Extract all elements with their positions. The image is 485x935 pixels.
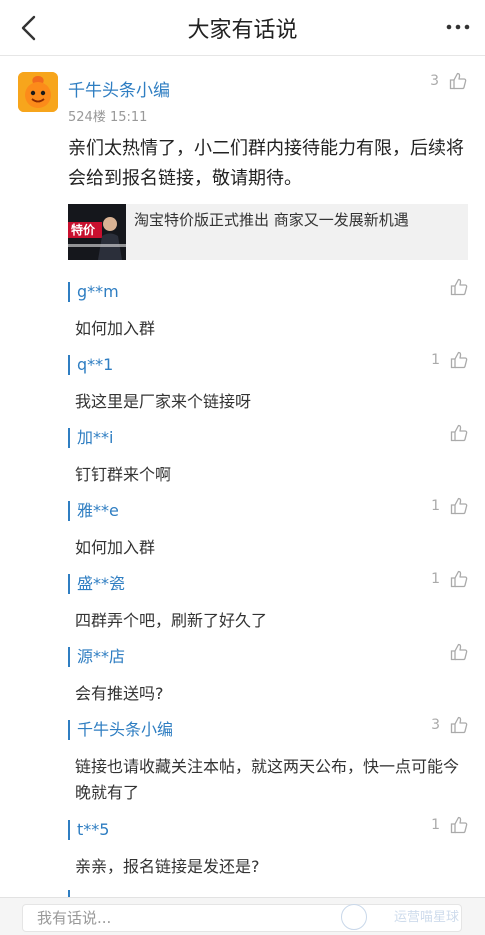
reply-item: 加**i 钉钉群来个啊 [68, 424, 468, 490]
thumbs-up-icon [450, 424, 468, 442]
reply-author[interactable]: 源**店 [68, 647, 125, 667]
reply-author[interactable]: 千牛头条小编 [68, 720, 173, 740]
reply-text: 如何加入群 [75, 319, 156, 338]
reply-author[interactable]: 加**i [68, 428, 113, 448]
reply-author[interactable]: t**5 [68, 820, 109, 840]
thumbs-up-icon [450, 570, 468, 588]
post-like-count: 3 [430, 73, 439, 89]
reply-like-count: 1 [431, 498, 440, 514]
thumbs-up-icon [450, 716, 468, 734]
reply-like-button[interactable] [440, 424, 468, 442]
reply-text: 会有推送吗? [75, 684, 164, 703]
reply-author[interactable]: 盛**瓷 [68, 574, 125, 594]
thumbnail-caption: 特价 [71, 223, 96, 237]
thumbs-up-icon [450, 816, 468, 834]
reply-text: 我这里是厂家来个链接呀 [75, 392, 252, 411]
reply-like-button[interactable] [440, 278, 468, 296]
post-content: 亲们太热情了，小二们群内接待能力有限，后续将会给到报名链接，敬请期待。 [68, 138, 464, 189]
mascot-avatar-icon [18, 72, 58, 112]
thumbs-up-icon [450, 351, 468, 369]
reply-text: 四群弄个吧，刷新了好久了 [75, 611, 268, 630]
thumbs-up-icon [450, 643, 468, 661]
post-like-button[interactable]: 3 [430, 72, 467, 90]
reply-text: 如何加入群 [75, 538, 156, 557]
reply-item: g**m 如何加入群 [68, 278, 468, 344]
reply-author[interactable]: g**m [68, 282, 119, 302]
watermark-text: 运营喵星球 [393, 910, 459, 925]
page-title: 大家有话说 [187, 18, 298, 43]
shared-article-title: 淘宝特价版正式推出 商家又一发展新机遇 [134, 211, 409, 229]
reply-like-button[interactable]: 1 [431, 351, 468, 369]
shared-article-card[interactable]: 特价 淘宝特价版正式推出 商家又一发展新机遇 [68, 204, 468, 260]
reply-like-count: 1 [431, 352, 440, 368]
reply-like-count: 1 [431, 571, 440, 587]
thumbs-up-icon [450, 497, 468, 515]
reply-item: 源**店 会有推送吗? [68, 643, 468, 709]
post-author[interactable]: 千牛头条小编 [68, 76, 170, 101]
watermark-logo-icon [341, 904, 367, 930]
reply-author[interactable]: q**1 [68, 355, 113, 375]
thumbs-up-icon [450, 278, 468, 296]
thumbs-up-icon [449, 72, 467, 90]
reply-like-button[interactable] [440, 643, 468, 661]
reply-text: 链接也请收藏关注本帖，就这两天公布，快一点可能今晚就有了 [75, 757, 460, 802]
avatar[interactable] [18, 72, 58, 112]
reply-item: 盛**瓷 1 四群弄个吧，刷新了好久了 [68, 570, 468, 636]
reply-text: 亲亲，报名链接是发还是? [75, 857, 260, 876]
reply-author[interactable]: 雅**e [68, 501, 119, 521]
reply-like-button[interactable]: 1 [431, 570, 468, 588]
app-header: 大家有话说 [0, 0, 485, 56]
reply-item: 雅**e 1 如何加入群 [68, 497, 468, 563]
more-dots-icon[interactable] [445, 18, 471, 36]
shared-article-thumbnail: 特价 [68, 204, 126, 260]
reply-like-button[interactable]: 1 [431, 816, 468, 834]
post-meta: 524楼 15:11 [68, 110, 148, 125]
reply-item: t**5 1 亲亲，报名链接是发还是? [68, 816, 468, 882]
reply-like-button[interactable]: 1 [431, 497, 468, 515]
comment-composer: 我有话说... 运营喵星球 [0, 897, 485, 935]
reply-item: 千牛头条小编 3 链接也请收藏关注本帖，就这两天公布，快一点可能今晚就有了 [68, 716, 468, 810]
reply-item: q**1 1 我这里是厂家来个链接呀 [68, 351, 468, 417]
reply-like-button[interactable]: 3 [431, 716, 468, 734]
reply-like-count: 3 [431, 717, 440, 733]
reply-text: 钉钉群来个啊 [75, 465, 172, 484]
reply-like-count: 1 [431, 817, 440, 833]
